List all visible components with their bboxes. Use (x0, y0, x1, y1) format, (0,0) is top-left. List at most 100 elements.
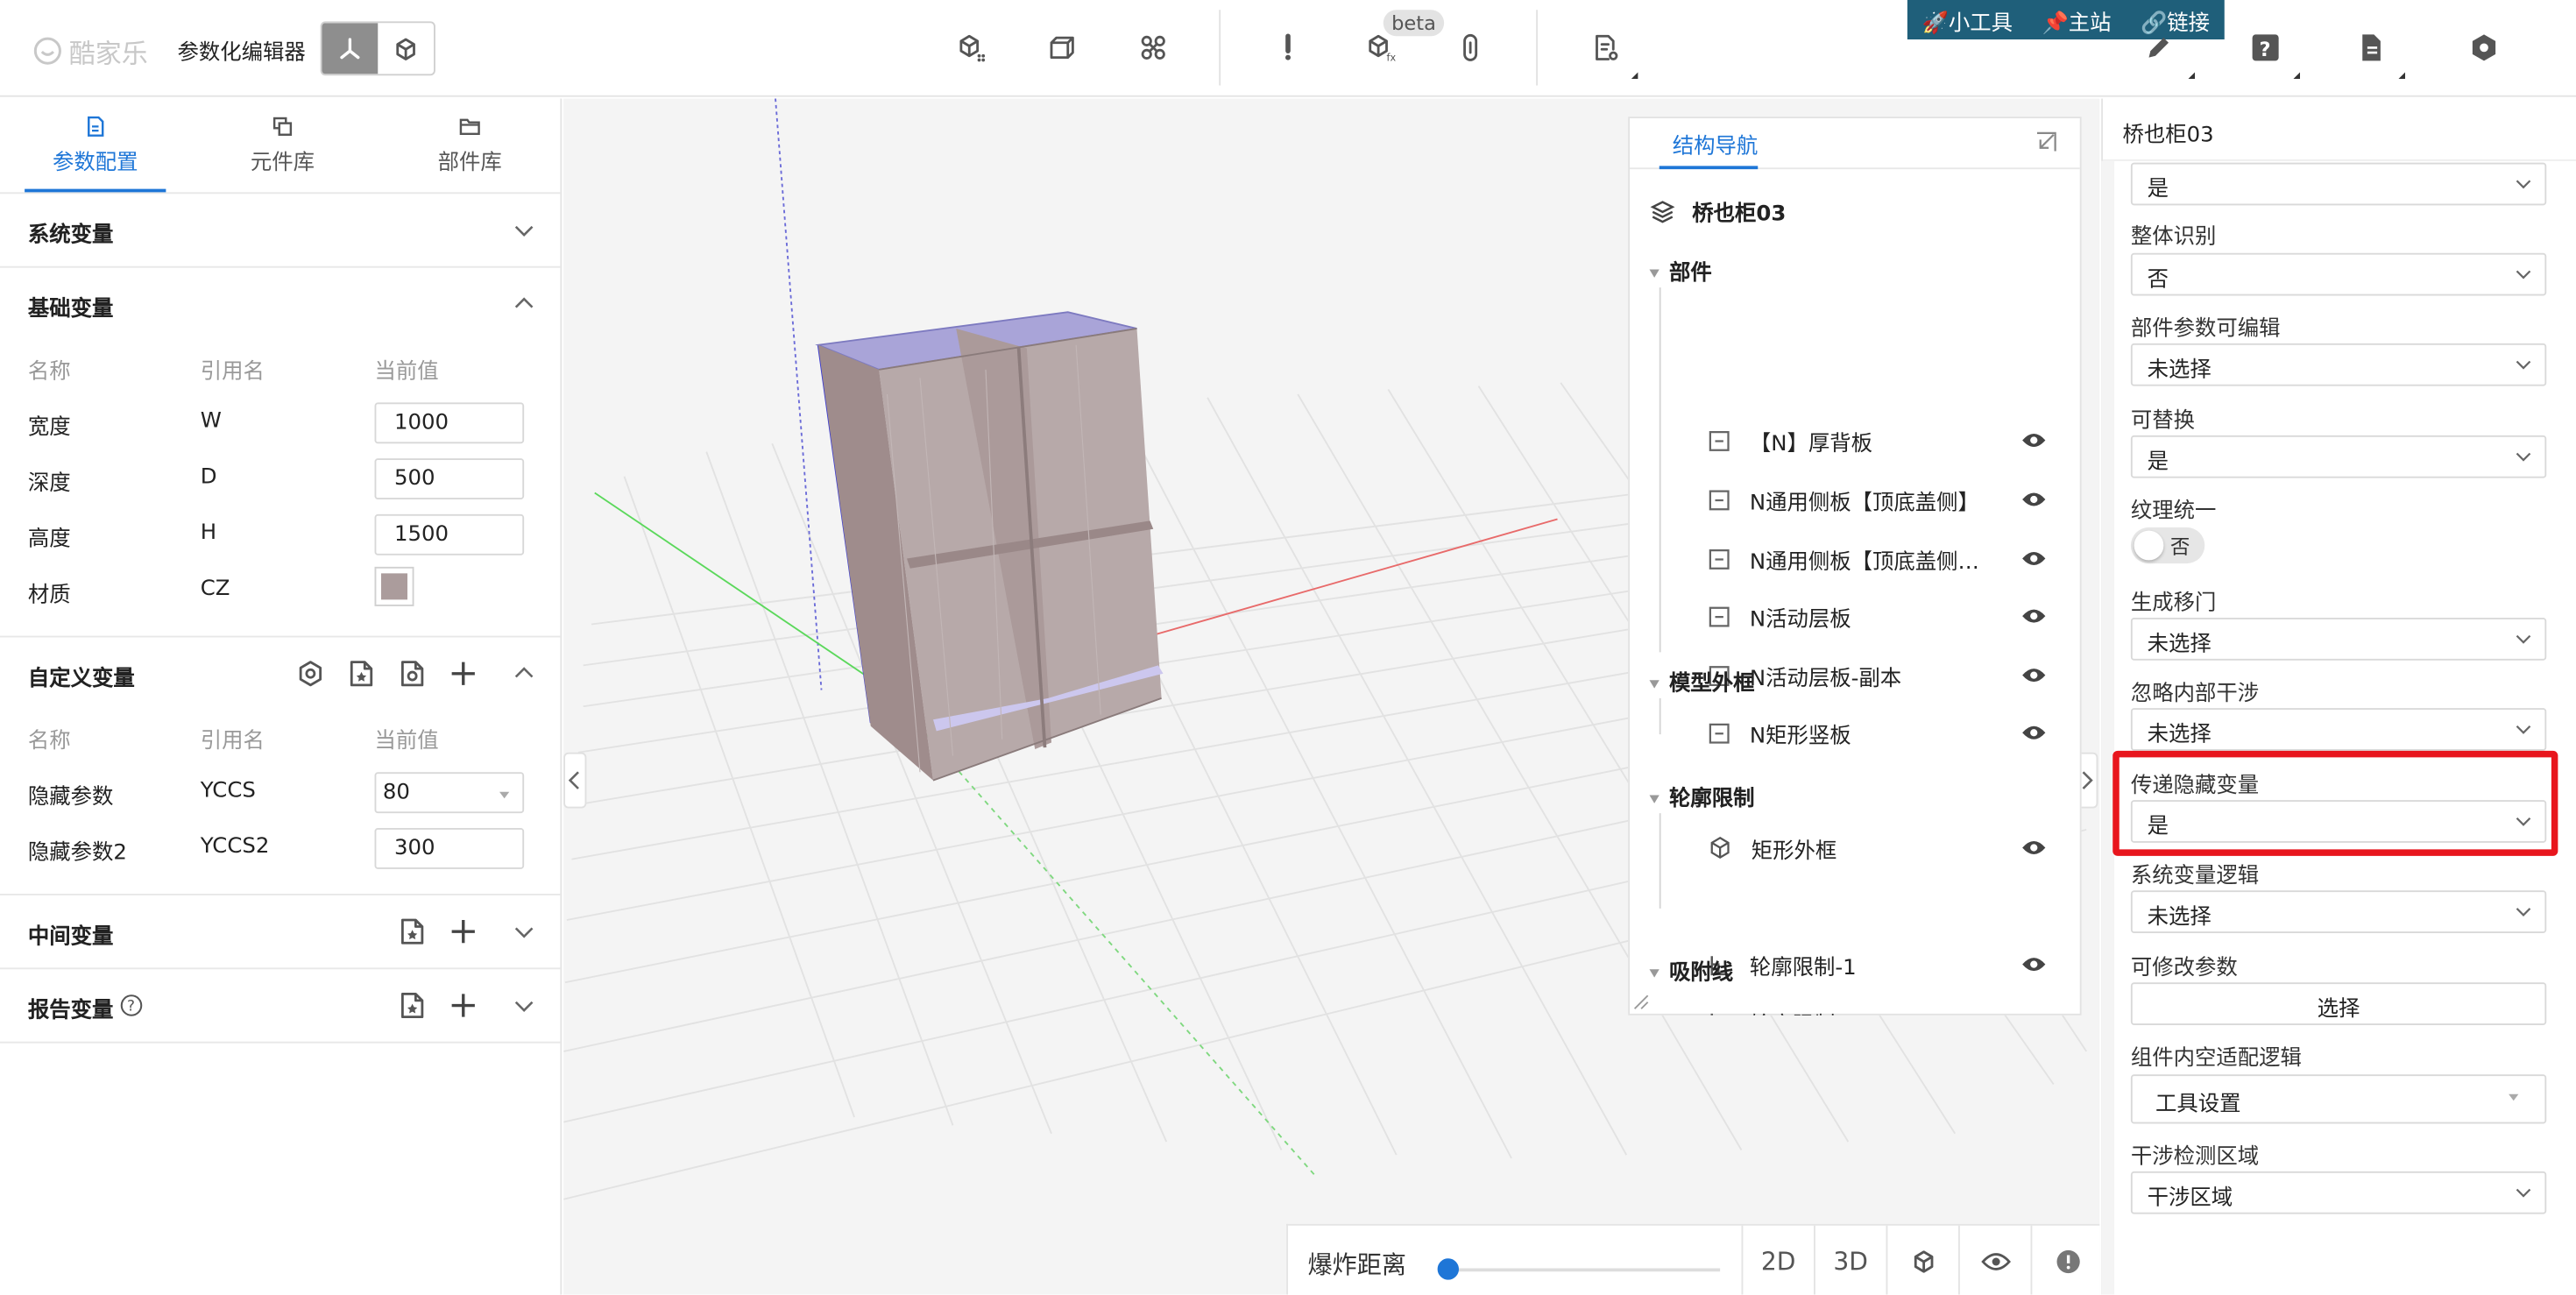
help-circle-icon[interactable]: ? (120, 994, 143, 1016)
var-ref: W (200, 408, 222, 434)
prop-select[interactable]: 未选择 (2130, 343, 2547, 386)
chevron-down-icon[interactable] (514, 995, 534, 1015)
tree-group-snap-lines[interactable]: 吸附线 (1650, 954, 1733, 986)
yccs2-input[interactable]: 300 (374, 828, 525, 869)
tree-item[interactable]: N矩形竖板 (1709, 717, 2070, 750)
view-2d-button[interactable]: 2D (1741, 1225, 1815, 1295)
tree-item[interactable]: 矩形外框 (1709, 831, 2070, 865)
collapse-left-handle[interactable] (563, 752, 587, 809)
tree-group-contour-limit[interactable]: 轮廓限制 (1650, 781, 1755, 811)
prop-select[interactable]: 未选择 (2130, 890, 2547, 933)
eye-icon[interactable] (2020, 605, 2047, 627)
select-params-button[interactable]: 选择 (2130, 982, 2547, 1025)
alert-icon (2056, 1249, 2079, 1273)
tools-link[interactable]: 🚀小工具 (1922, 4, 2013, 35)
basic-variables-header[interactable]: 基础变量 (0, 268, 560, 341)
edit-button[interactable] (2137, 26, 2180, 69)
import-button[interactable] (386, 915, 437, 948)
middle-variables-header[interactable]: 中间变量 (0, 895, 560, 968)
depth-input[interactable]: 500 (374, 458, 525, 499)
prop-select[interactable]: 未选择 (2130, 618, 2547, 661)
prop-label: 整体识别 (2130, 224, 2217, 250)
add-variable-button[interactable] (437, 915, 488, 948)
tree-group-parts[interactable]: 部件 (1650, 255, 1712, 286)
custom-variables-header[interactable]: 自定义变量 (0, 638, 560, 711)
height-input[interactable]: 1500 (374, 513, 525, 556)
bottom-toolbar: 爆炸距离 2D 3D (1286, 1223, 2100, 1295)
settings-button[interactable] (2463, 26, 2506, 69)
tree-group-outer-frame[interactable]: 模型外框 (1650, 665, 1755, 697)
resize-grip-icon[interactable] (1633, 994, 1650, 1010)
app-logo[interactable]: 酷家乐 (33, 32, 148, 71)
board-button[interactable] (1040, 26, 1083, 69)
yccs-select[interactable]: 80 (374, 772, 525, 814)
add-variable-button[interactable] (437, 657, 488, 690)
import-button[interactable] (336, 657, 386, 690)
prop-select[interactable]: 是 (2130, 435, 2547, 478)
eye-outline-icon (1980, 1252, 2011, 1270)
material-swatch[interactable] (374, 566, 414, 606)
texture-unify-toggle[interactable]: 否 (2130, 527, 2205, 564)
tree-root[interactable]: 桥也柜03 (1650, 195, 1786, 227)
width-input[interactable]: 1000 (374, 402, 525, 444)
toolbar-divider (1219, 10, 1221, 86)
tab-param-config[interactable]: 参数配置 (13, 115, 178, 176)
tab-component-library[interactable]: 元件库 (201, 115, 365, 176)
alert-button[interactable] (2030, 1225, 2104, 1295)
tree-item[interactable]: 【N】厚背板 (1709, 424, 2070, 457)
system-variables-header[interactable]: 系统变量 (0, 194, 560, 266)
hardware-button[interactable] (1132, 26, 1175, 69)
tree-item[interactable]: N活动层板 (1709, 599, 2070, 633)
tree-item[interactable]: N活动层板-副本 (1709, 659, 2070, 692)
eye-icon[interactable] (2020, 547, 2047, 570)
chevron-down-icon[interactable] (514, 922, 534, 942)
eye-icon[interactable] (2020, 488, 2047, 511)
eye-icon[interactable] (2020, 721, 2047, 744)
link-button[interactable] (1449, 26, 1492, 69)
model-mode-button[interactable] (378, 23, 434, 74)
formula-cube-button[interactable]: fx (1359, 26, 1402, 69)
tree-item[interactable]: 轮廓限制-1 (1709, 948, 2070, 981)
document-button[interactable] (2349, 26, 2392, 69)
component-cube-button[interactable] (950, 26, 993, 69)
eye-icon[interactable] (2020, 428, 2047, 451)
import-button[interactable] (386, 989, 437, 1023)
prop-select[interactable]: 是 (2130, 162, 2547, 206)
prop-select[interactable]: 未选择 (2130, 708, 2547, 751)
tree-item[interactable]: N通用侧板【顶底盖侧】-副本 (1709, 542, 2070, 576)
visibility-button[interactable] (1958, 1225, 2031, 1295)
view-3d-button[interactable]: 3D (1814, 1225, 1886, 1295)
chevron-up-icon[interactable] (514, 294, 534, 315)
structure-nav-title[interactable]: 结构导航 (1673, 128, 1759, 159)
expand-icon[interactable] (2035, 131, 2056, 152)
eye-icon[interactable] (2020, 953, 2047, 976)
help-button[interactable]: ? (2244, 26, 2287, 69)
axis-mode-button[interactable] (322, 23, 379, 74)
prop-select[interactable]: 工具设置 (2130, 1074, 2547, 1124)
report-variables-header[interactable]: 报告变量 ? (0, 969, 560, 1042)
add-variable-button[interactable] (437, 989, 488, 1023)
check-button[interactable] (1267, 26, 1310, 69)
eye-icon[interactable] (2020, 1010, 2047, 1015)
document-settings-button[interactable] (1584, 26, 1627, 69)
contour-icon (1710, 1012, 1713, 1015)
slider-thumb[interactable] (1437, 1258, 1459, 1280)
eye-icon[interactable] (2020, 664, 2047, 687)
chevron-down-icon[interactable] (514, 220, 534, 240)
settings-button[interactable] (284, 657, 335, 690)
main-site-link[interactable]: 📌主站 (2042, 4, 2111, 35)
properties-scrollbar[interactable] (2101, 160, 2115, 1295)
select-value: 是 (2147, 449, 2169, 475)
chevron-up-icon[interactable] (514, 664, 534, 684)
prop-select[interactable]: 否 (2130, 252, 2547, 296)
tree-item[interactable]: N通用侧板【顶底盖侧】 (1709, 483, 2070, 516)
variable-row-depth: 深度 D 500 (0, 452, 560, 508)
tree-item[interactable]: 轮廓限制-2 (1709, 1006, 2070, 1015)
eye-icon[interactable] (2020, 836, 2047, 859)
cabinet-model[interactable] (815, 311, 1164, 782)
explode-distance-slider[interactable] (1437, 1258, 1721, 1280)
prop-select[interactable]: 干涉区域 (2130, 1171, 2547, 1214)
view-cube-button[interactable] (1886, 1225, 1959, 1295)
search-doc-button[interactable] (386, 657, 437, 690)
tab-part-library[interactable]: 部件库 (388, 115, 553, 176)
